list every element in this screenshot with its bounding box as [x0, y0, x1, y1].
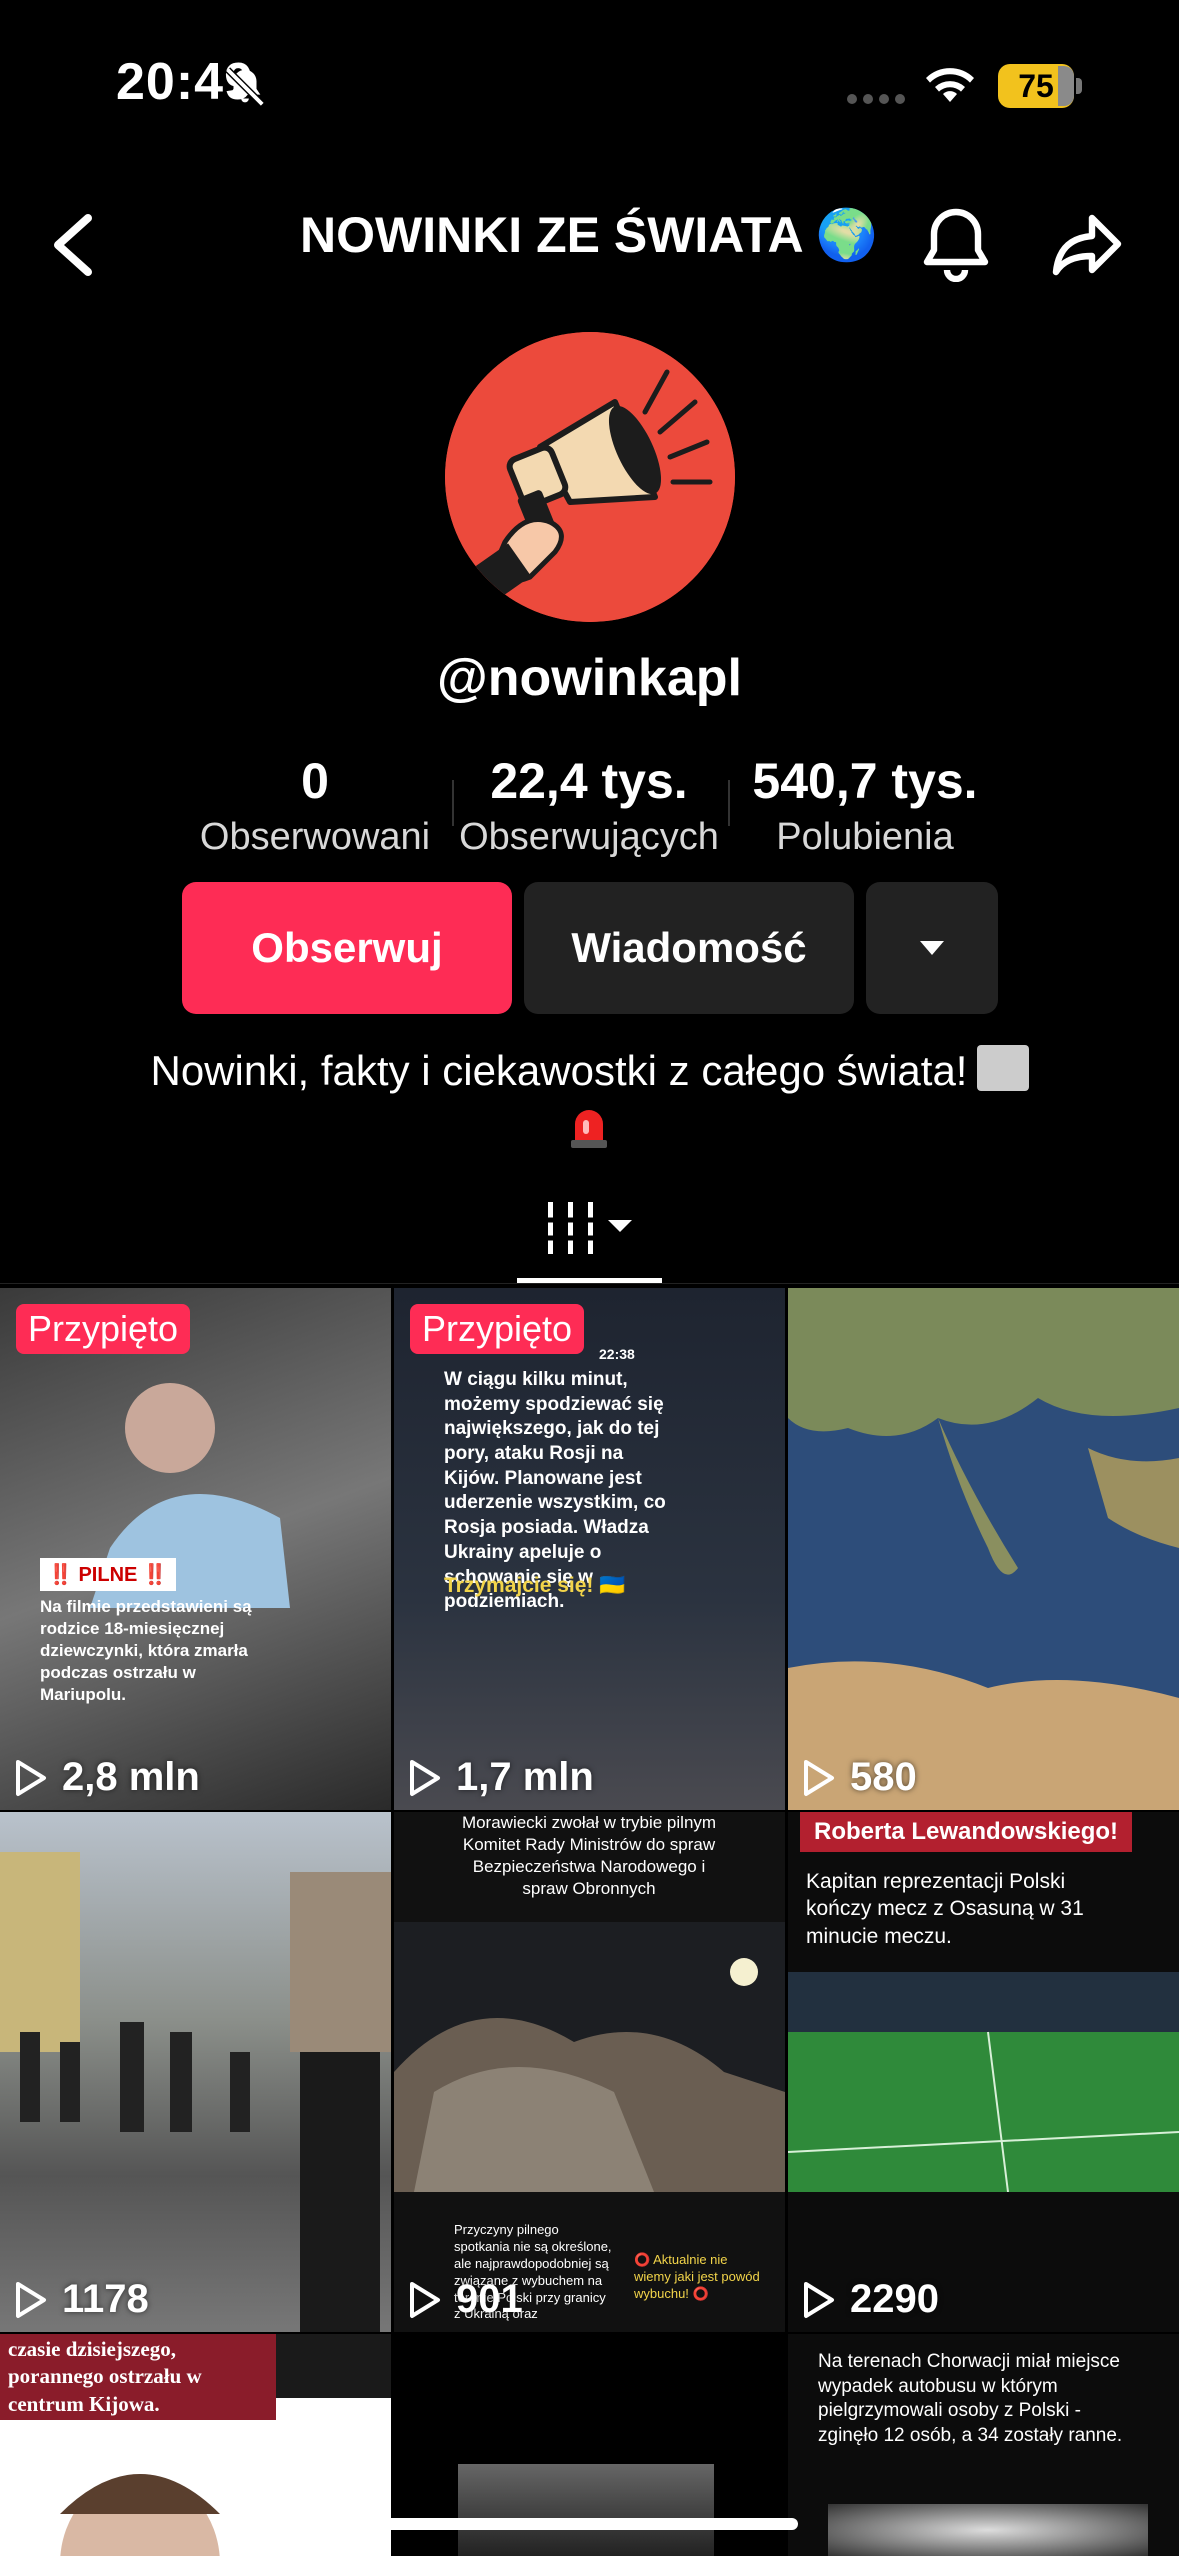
wifi-icon	[926, 68, 974, 102]
view-count: 2,8 mln	[14, 1755, 200, 1800]
video-tile-2[interactable]: Przypięto 22:38 W ciągu kilku minut, moż…	[394, 1288, 785, 1810]
play-icon	[804, 1759, 834, 1796]
stat-followers-value: 22,4 tys.	[490, 753, 688, 809]
map-thumbnail	[788, 1288, 1179, 1810]
video-caption-highlight: Trzymajcie się! 🇺🇦	[444, 1574, 626, 1597]
video-thumbnail	[458, 2464, 714, 2556]
play-icon	[804, 2281, 834, 2318]
view-count-value: 1178	[62, 2277, 149, 2321]
bio: Nowinki, fakty i ciekawostki z całego św…	[90, 1044, 1090, 1099]
stat-likes-value: 540,7 tys.	[752, 753, 978, 809]
home-indicator[interactable]	[382, 2518, 798, 2530]
video-tile-7[interactable]: czasie dzisiejszego, porannego ostrzału …	[0, 2334, 391, 2556]
view-count: 1178	[14, 2277, 149, 2322]
tab-divider	[0, 1283, 1179, 1284]
siren-emoji-icon	[571, 1110, 607, 1148]
videos-grid-tab-icon[interactable]	[546, 1198, 646, 1258]
battery-remainder	[1058, 66, 1074, 106]
view-count-value: 1,7 mln	[456, 1755, 594, 1799]
view-count-value: 901	[456, 2277, 523, 2321]
view-count: 580	[802, 1755, 917, 1800]
page-title: NOWINKI ZE ŚWIATA 🌍	[300, 207, 878, 263]
stat-following[interactable]: 0 Obserwowani	[180, 752, 450, 859]
video-caption: Morawiecki zwołał w trybie pilnym Komite…	[461, 1813, 717, 1899]
signal-dots-icon	[847, 94, 905, 104]
video-caption: Na terenach Chorwacji miał miejsce wypad…	[818, 2351, 1123, 2447]
stat-followers[interactable]: 22,4 tys. Obserwujących	[452, 752, 726, 859]
view-count: 2290	[802, 2277, 939, 2322]
profile-handle: @nowinkapl	[437, 649, 742, 707]
play-icon	[16, 2281, 46, 2318]
view-count-value: 580	[850, 1755, 917, 1799]
follow-button[interactable]: Obserwuj	[182, 882, 512, 1014]
battery-nub	[1076, 78, 1082, 94]
football-pitch-thumbnail	[788, 1972, 1179, 2192]
view-count: 901	[408, 2277, 523, 2322]
stat-likes-label: Polubienia	[776, 816, 954, 858]
video-tile-5[interactable]: Morawiecki zwołał w trybie pilnym Komite…	[394, 1812, 785, 2332]
video-tile-4[interactable]: 1178	[0, 1812, 391, 2332]
urgent-badge: ‼️ PILNE ‼️	[40, 1558, 176, 1591]
play-icon	[410, 1759, 440, 1796]
video-banner: Roberta Lewandowskiego!	[800, 1812, 1133, 1852]
video-caption: Kapitan reprezentacji Polski kończy mecz…	[806, 1870, 1084, 1948]
stat-following-label: Obserwowani	[199, 816, 431, 858]
share-icon[interactable]	[1050, 210, 1124, 278]
view-count-value: 2290	[850, 2277, 939, 2321]
bio-text: Nowinki, fakty i ciekawostki z całego św…	[150, 1047, 968, 1094]
back-arrow-icon[interactable]	[48, 212, 98, 278]
video-caption: Na filmie przedstawieni są rodzice 18-mi…	[40, 1597, 252, 1705]
video-caption-bottom-right: ⭕ Aktualnie nie wiemy jaki jest powód wy…	[634, 2252, 760, 2301]
view-count: 1,7 mln	[408, 1755, 594, 1800]
video-tile-6[interactable]: Roberta Lewandowskiego! Kapitan reprezen…	[788, 1812, 1179, 2332]
pinned-badge: Przypięto	[16, 1304, 191, 1354]
bell-icon[interactable]	[922, 206, 990, 282]
bell-off-icon	[225, 67, 265, 107]
stat-likes[interactable]: 540,7 tys. Polubienia	[730, 752, 1000, 859]
play-icon	[16, 1759, 46, 1796]
newspaper-emoji-icon	[977, 1045, 1030, 1091]
stat-following-value: 0	[301, 753, 329, 809]
video-thumbnail	[394, 1922, 785, 2192]
video-time-label: 22:38	[599, 1346, 635, 1362]
video-thumbnail	[60, 2474, 220, 2556]
video-tile-1[interactable]: Przypięto ‼️ PILNE ‼️ Na filmie przedsta…	[0, 1288, 391, 1810]
more-dropdown-button[interactable]	[866, 882, 998, 1014]
video-caption: czasie dzisiejszego, porannego ostrzału …	[0, 2334, 276, 2420]
play-icon	[410, 2281, 440, 2318]
caret-down-icon	[920, 941, 944, 955]
video-tile-3[interactable]: 580	[788, 1288, 1179, 1810]
message-button[interactable]: Wiadomość	[524, 882, 854, 1014]
stat-followers-label: Obserwujących	[459, 816, 719, 858]
avatar[interactable]	[445, 332, 735, 622]
video-thumbnail	[828, 2504, 1148, 2556]
megaphone-icon	[445, 332, 735, 622]
video-thumbnail	[0, 1852, 391, 2332]
pinned-badge: Przypięto	[410, 1304, 585, 1354]
video-tile-9[interactable]: Na terenach Chorwacji miał miejsce wypad…	[788, 2334, 1179, 2556]
view-count-value: 2,8 mln	[62, 1755, 200, 1799]
